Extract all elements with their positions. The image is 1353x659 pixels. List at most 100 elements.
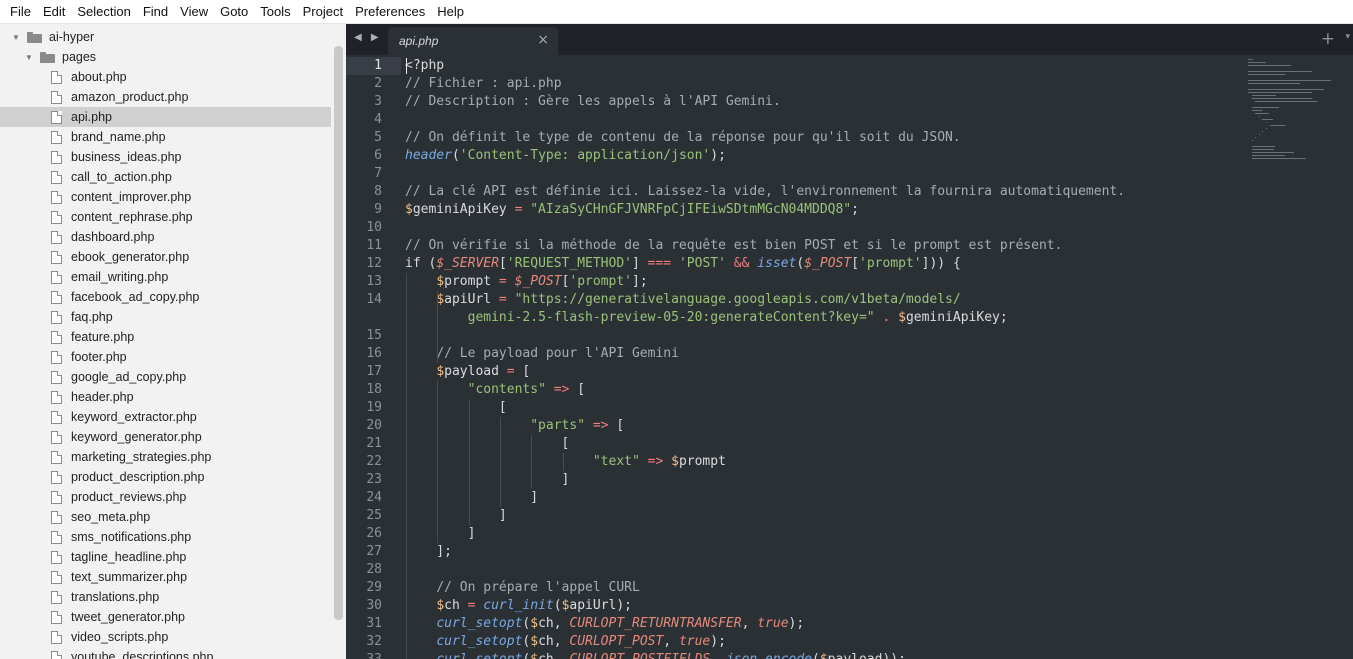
line-number: 23 bbox=[366, 472, 382, 487]
sidebar-file-item[interactable]: translations.php bbox=[0, 587, 331, 607]
sidebar-file-item[interactable]: product_description.php bbox=[0, 467, 331, 487]
sidebar-file-label: ebook_generator.php bbox=[71, 250, 190, 264]
sidebar-file-item[interactable]: video_scripts.php bbox=[0, 627, 331, 647]
close-icon[interactable]: × bbox=[537, 32, 549, 48]
code-token: $_POST bbox=[514, 274, 562, 289]
sidebar-file-label: sms_notifications.php bbox=[71, 530, 192, 544]
code-token: // On prépare l'appel CURL bbox=[436, 580, 640, 595]
file-icon bbox=[51, 330, 62, 344]
sidebar-file-item[interactable]: brand_name.php bbox=[0, 127, 331, 147]
menu-help[interactable]: Help bbox=[431, 0, 470, 24]
code-token: $ bbox=[436, 274, 445, 289]
line-number: 13 bbox=[366, 274, 382, 289]
sidebar-file-label: product_description.php bbox=[71, 470, 205, 484]
sidebar-file-label: brand_name.php bbox=[71, 130, 166, 144]
file-icon bbox=[51, 610, 62, 624]
sidebar-file-item[interactable]: keyword_extractor.php bbox=[0, 407, 331, 427]
menu-file[interactable]: File bbox=[4, 0, 37, 24]
line-number: 2 bbox=[374, 76, 382, 91]
sidebar-file-label: google_ad_copy.php bbox=[71, 370, 187, 384]
code-token: ( bbox=[451, 148, 460, 163]
code-token: = bbox=[491, 274, 515, 289]
sidebar-file-label: email_writing.php bbox=[71, 270, 169, 284]
sidebar-file-item[interactable]: header.php bbox=[0, 387, 331, 407]
menu-goto[interactable]: Goto bbox=[214, 0, 254, 24]
sidebar-file-item[interactable]: google_ad_copy.php bbox=[0, 367, 331, 387]
sidebar-file-item[interactable]: content_improver.php bbox=[0, 187, 331, 207]
code-token: ch, bbox=[538, 634, 570, 649]
sidebar-file-item[interactable]: tagline_headline.php bbox=[0, 547, 331, 567]
indent-guide bbox=[531, 435, 533, 489]
sidebar-file-item[interactable]: marketing_strategies.php bbox=[0, 447, 331, 467]
sidebar-file-item[interactable]: feature.php bbox=[0, 327, 331, 347]
code-token: payload bbox=[828, 652, 883, 659]
menu-tools[interactable]: Tools bbox=[254, 0, 296, 24]
menu-project[interactable]: Project bbox=[297, 0, 349, 24]
tab-nav-arrows-icon[interactable]: ◀ ▶ bbox=[354, 32, 382, 43]
minimap-line bbox=[1251, 95, 1276, 96]
menu-preferences[interactable]: Preferences bbox=[349, 0, 431, 24]
code-token: true bbox=[757, 616, 789, 631]
code-line: // On vérifie si la méthode de la requêt… bbox=[405, 237, 1062, 255]
plus-icon[interactable]: + bbox=[1321, 29, 1335, 49]
minimap-line bbox=[1248, 74, 1285, 75]
file-icon bbox=[51, 270, 62, 284]
code-token: $ bbox=[530, 634, 539, 649]
sidebar-file-item[interactable]: about.php bbox=[0, 67, 331, 87]
sidebar-file-item[interactable]: content_rephrase.php bbox=[0, 207, 331, 227]
sidebar-file-item[interactable]: tweet_generator.php bbox=[0, 607, 331, 627]
sidebar-file-item[interactable]: amazon_product.php bbox=[0, 87, 331, 107]
minimap-line bbox=[1248, 71, 1312, 72]
code-token: 'Content-Type: application/json' bbox=[459, 148, 711, 163]
chevron-down-icon: ▼ bbox=[25, 52, 33, 62]
sidebar-file-item[interactable]: faq.php bbox=[0, 307, 331, 327]
code-token: )); bbox=[882, 652, 905, 659]
file-icon bbox=[51, 110, 62, 124]
minimap-line bbox=[1255, 113, 1269, 114]
sidebar-file-item[interactable]: email_writing.php bbox=[0, 267, 331, 287]
code-area[interactable]: <?php // Fichier : api.php // Description … bbox=[405, 57, 1245, 659]
sidebar-file-item[interactable]: keyword_generator.php bbox=[0, 427, 331, 447]
sidebar-file-item[interactable]: business_ideas.php bbox=[0, 147, 331, 167]
minimap-line bbox=[1251, 155, 1285, 156]
code-line: // La clé API est définie ici. Laissez-l… bbox=[405, 183, 1125, 201]
code-token: [ bbox=[498, 256, 507, 271]
sidebar-file-item[interactable]: dashboard.php bbox=[0, 227, 331, 247]
code-token: ch, bbox=[538, 616, 570, 631]
sidebar-file-item[interactable]: ebook_generator.php bbox=[0, 247, 331, 267]
sidebar-file-item[interactable]: seo_meta.php bbox=[0, 507, 331, 527]
sidebar-file-item[interactable]: facebook_ad_copy.php bbox=[0, 287, 331, 307]
tab-api-php[interactable]: api.php × bbox=[388, 27, 558, 55]
line-number: 20 bbox=[366, 418, 382, 433]
sidebar-file-item[interactable]: text_summarizer.php bbox=[0, 567, 331, 587]
menu-selection[interactable]: Selection bbox=[71, 0, 136, 24]
sidebar-file-item[interactable]: sms_notifications.php bbox=[0, 527, 331, 547]
code-token: ] bbox=[632, 256, 648, 271]
line-number: 31 bbox=[366, 616, 382, 631]
sidebar-scrollbar[interactable] bbox=[334, 46, 343, 620]
code-line: // On définit le type de contenu de la r… bbox=[405, 129, 961, 147]
sidebar-file-item[interactable]: product_reviews.php bbox=[0, 487, 331, 507]
code-token: gemini-2.5-flash-preview-05-20:generateC… bbox=[467, 310, 875, 325]
code-token: ); bbox=[710, 148, 726, 163]
menu-find[interactable]: Find bbox=[137, 0, 174, 24]
menu-edit[interactable]: Edit bbox=[37, 0, 71, 24]
sidebar-file-item[interactable]: youtube_descriptions.php bbox=[0, 647, 331, 659]
code-token: ] bbox=[405, 490, 539, 505]
sidebar-folder-root[interactable]: ▼ ai-hyper bbox=[0, 27, 331, 47]
sidebar-file-item[interactable]: call_to_action.php bbox=[0, 167, 331, 187]
code-line: // Le payload pour l'API Gemini bbox=[405, 345, 679, 363]
sidebar-folder-pages[interactable]: ▼ pages bbox=[0, 47, 331, 67]
code-token: $_SERVER bbox=[436, 256, 499, 271]
sidebar-file-item[interactable]: footer.php bbox=[0, 347, 331, 367]
sidebar-folder-label: ai-hyper bbox=[49, 30, 95, 44]
chevron-down-icon[interactable]: ▾ bbox=[1345, 32, 1350, 42]
menu-view[interactable]: View bbox=[174, 0, 214, 24]
minimap[interactable] bbox=[1248, 57, 1353, 217]
indent-guide bbox=[562, 453, 564, 471]
sidebar-file-item[interactable]: api.php bbox=[0, 107, 331, 127]
code-token: 'POST' bbox=[678, 256, 726, 271]
file-icon bbox=[51, 550, 62, 564]
code-token: curl_setopt bbox=[436, 634, 523, 649]
